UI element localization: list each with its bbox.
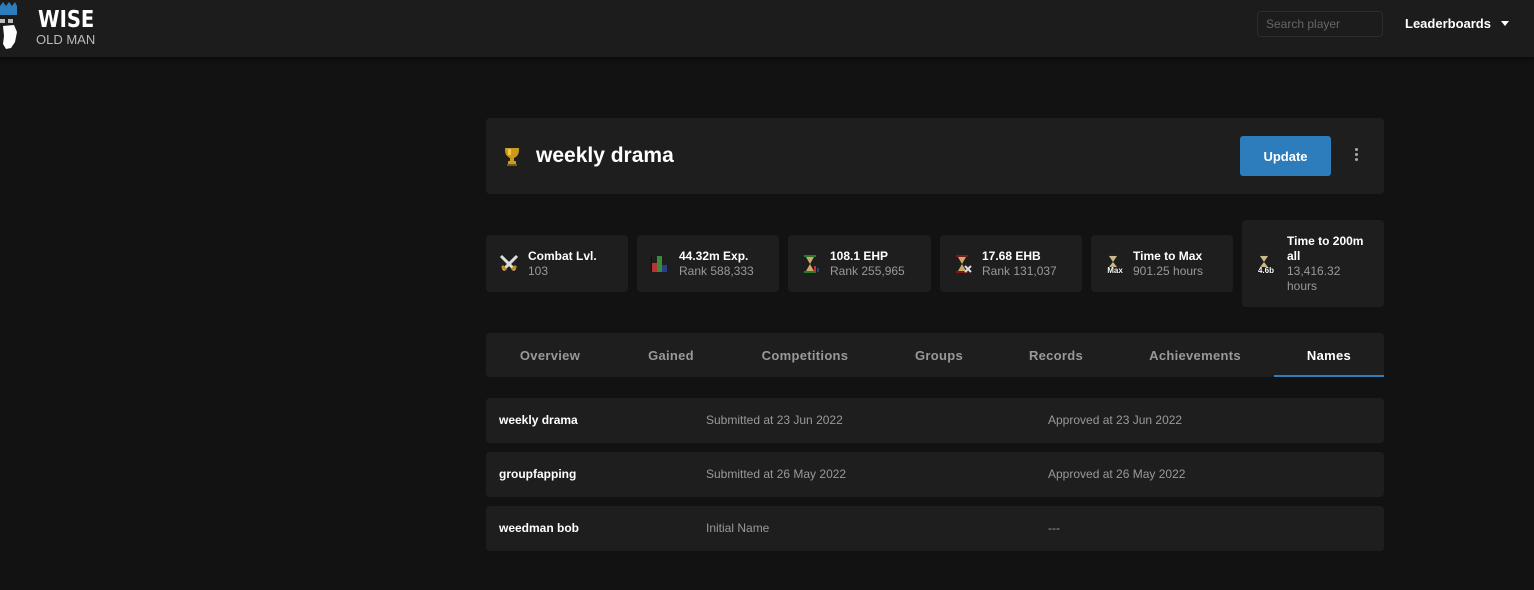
brand-logo[interactable]: WISE OLD MAN bbox=[0, 2, 110, 52]
stat-card-time-to-max: Max Time to Max 901.25 hours bbox=[1091, 235, 1233, 292]
tab-names[interactable]: Names bbox=[1274, 333, 1384, 377]
name-value: weekly drama bbox=[499, 413, 578, 427]
trophy-icon bbox=[505, 148, 519, 166]
leaderboards-label: Leaderboards bbox=[1405, 16, 1491, 31]
stat-title: Time to 200m all bbox=[1287, 234, 1363, 264]
stat-title-line: all bbox=[1287, 249, 1301, 263]
player-tabs: Overview Gained Competitions Groups Reco… bbox=[486, 333, 1384, 377]
svg-text:Max: Max bbox=[1107, 266, 1123, 275]
stat-value: 13,416.32 hours bbox=[1287, 264, 1340, 294]
top-navbar: WISE OLD MAN Leaderboards bbox=[0, 0, 1534, 57]
tab-records[interactable]: Records bbox=[996, 333, 1116, 377]
stat-card-time-to-200m: 4.6b Time to 200m all 13,416.32 hours bbox=[1242, 220, 1384, 307]
tab-gained[interactable]: Gained bbox=[614, 333, 728, 377]
stat-title: 108.1 EHP bbox=[830, 249, 889, 263]
submitted-date: Initial Name bbox=[706, 521, 770, 535]
brand-title: WISE bbox=[38, 7, 95, 33]
submitted-date: Submitted at 26 May 2022 bbox=[706, 467, 847, 481]
stat-value: 901.25 hours bbox=[1133, 264, 1204, 278]
tab-competitions[interactable]: Competitions bbox=[728, 333, 882, 377]
max-hourglass-icon: Max bbox=[1107, 254, 1124, 275]
tab-overview[interactable]: Overview bbox=[486, 333, 614, 377]
tab-achievements[interactable]: Achievements bbox=[1116, 333, 1274, 377]
stat-title: 44.32m Exp. bbox=[679, 249, 749, 263]
approved-date: Approved at 26 May 2022 bbox=[1048, 467, 1186, 481]
name-value: weedman bob bbox=[499, 521, 580, 535]
leaderboards-dropdown[interactable]: Leaderboards bbox=[1405, 16, 1509, 31]
ehb-hourglass-icon bbox=[956, 255, 972, 273]
stat-card-exp: 44.32m Exp. Rank 588,333 bbox=[637, 235, 779, 292]
stat-value-line: hours bbox=[1287, 279, 1318, 293]
stat-card-combat: Combat Lvl. 103 bbox=[486, 235, 628, 292]
player-header: weekly drama Update bbox=[486, 118, 1384, 194]
stat-card-ehp: 108.1 EHP Rank 255,965 bbox=[788, 235, 931, 292]
stat-value-line: 13,416.32 bbox=[1287, 264, 1341, 278]
stat-title: 17.68 EHB bbox=[982, 249, 1041, 263]
name-history-row: weedman bob Initial Name --- bbox=[486, 506, 1384, 551]
name-history-row: weekly drama Submitted at 23 Jun 2022 Ap… bbox=[486, 398, 1384, 443]
stat-title: Time to Max bbox=[1133, 249, 1203, 263]
submitted-date: Submitted at 23 Jun 2022 bbox=[706, 413, 843, 427]
stat-value: 103 bbox=[528, 264, 549, 278]
approved-date: Approved at 23 Jun 2022 bbox=[1048, 413, 1183, 427]
svg-text:4.6b: 4.6b bbox=[1258, 266, 1274, 275]
stat-title: Combat Lvl. bbox=[528, 249, 597, 263]
chevron-down-icon bbox=[1500, 21, 1509, 26]
approved-date: --- bbox=[1048, 521, 1060, 535]
exp-bar-chart-icon bbox=[651, 255, 667, 273]
ehp-hourglass-icon bbox=[804, 255, 819, 273]
name-value: groupfapping bbox=[499, 467, 577, 481]
brand-subtitle: OLD MAN bbox=[36, 32, 96, 47]
200m-hourglass-icon: 4.6b bbox=[1258, 254, 1274, 275]
search-player-input[interactable] bbox=[1257, 11, 1383, 37]
tab-groups[interactable]: Groups bbox=[882, 333, 996, 377]
player-name: weekly drama bbox=[536, 144, 674, 167]
wise-old-man-logo-icon bbox=[0, 2, 17, 49]
more-options-icon[interactable] bbox=[1350, 148, 1362, 166]
stat-card-ehb: 17.68 EHB Rank 131,037 bbox=[940, 235, 1082, 292]
update-button[interactable]: Update bbox=[1240, 136, 1331, 176]
combat-swords-icon bbox=[499, 254, 519, 272]
stat-title-line: Time to 200m bbox=[1287, 234, 1364, 248]
name-history-row: groupfapping Submitted at 26 May 2022 Ap… bbox=[486, 452, 1384, 497]
stat-value: Rank 588,333 bbox=[679, 264, 754, 278]
stat-value: Rank 255,965 bbox=[830, 264, 905, 278]
stat-value: Rank 131,037 bbox=[982, 264, 1057, 278]
